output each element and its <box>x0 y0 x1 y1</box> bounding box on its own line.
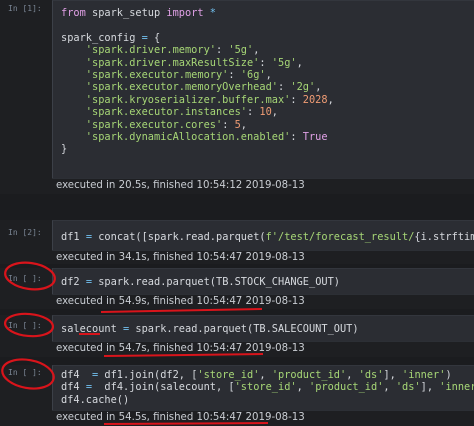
annotation-circle <box>3 312 55 338</box>
annotation-underline <box>103 422 269 425</box>
annotation-circle <box>4 261 56 291</box>
annotation-underline <box>100 308 263 313</box>
notebook: In [1]: from spark_setup import * spark_c… <box>0 0 474 426</box>
annotation-circle <box>1 358 55 390</box>
annotation-underline <box>103 353 264 357</box>
annotation-overlay <box>1 261 269 425</box>
